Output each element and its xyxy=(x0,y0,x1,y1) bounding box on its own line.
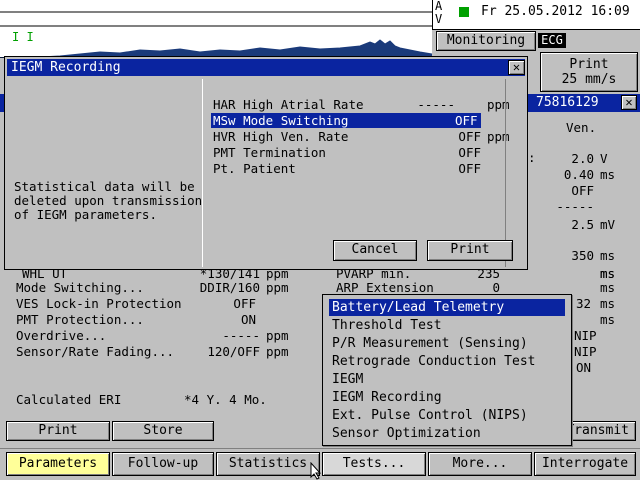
status-led-icon xyxy=(459,7,469,17)
ven-value-4: 2.5 xyxy=(571,217,594,232)
param-unit-1: ppm xyxy=(266,280,289,295)
ecg-strip: I I xyxy=(0,0,433,59)
marker-v: V xyxy=(435,12,443,26)
ven-header: Ven. xyxy=(566,120,597,135)
dialog-scroll-area xyxy=(505,79,523,267)
dialog-list-item[interactable]: HVR High Ven. Rate OFF ppm xyxy=(211,129,510,144)
dialog-print-button[interactable]: Print xyxy=(427,240,513,261)
param-value-5[interactable]: 120/OFF xyxy=(170,344,260,359)
dialog-message-panel: Statistical data will be deleted upon tr… xyxy=(7,79,203,267)
message-line-2: deleted upon transmission xyxy=(14,193,203,208)
nip-value-2: NIP xyxy=(574,344,597,359)
dialog-close-icon[interactable]: ✕ xyxy=(508,60,525,75)
nip-value-1: NIP xyxy=(574,328,597,343)
store-button[interactable]: Store xyxy=(112,421,214,441)
dialog-list-item[interactable]: HAR High Atrial Rate ----- ppm xyxy=(211,97,510,112)
close-icon[interactable]: ✕ xyxy=(621,95,637,110)
iegm-recording-dialog: IEGM Recording ✕ Statistical data will b… xyxy=(4,56,528,270)
tab-more[interactable]: More... xyxy=(428,452,532,476)
ecg-marker: I I xyxy=(12,30,34,44)
on-value: ON xyxy=(576,360,592,375)
ven-unit-5: ms xyxy=(600,248,616,263)
mid-unit-1: ms xyxy=(600,280,616,295)
print-speed-value: 25 mm/s xyxy=(561,72,617,87)
unit-ms-32: ms xyxy=(600,296,616,311)
ven-value-3: ----- xyxy=(556,199,594,214)
eri-value: *4 Y. 4 Mo. xyxy=(184,392,267,407)
print-button[interactable]: Print xyxy=(6,421,110,441)
menu-item-threshold-test[interactable]: Threshold Test xyxy=(329,317,565,334)
ecg-badge[interactable]: ECG xyxy=(538,33,566,48)
menu-item-ext-pulse-control[interactable]: Ext. Pulse Control (NIPS) xyxy=(329,407,565,424)
mouse-cursor-icon xyxy=(310,462,322,480)
mid-unit-0: ms xyxy=(600,266,616,281)
tab-follow-up[interactable]: Follow-up xyxy=(112,452,214,476)
ven-value-1: 0.40 xyxy=(563,167,594,182)
patient-header-bar: 75816129 ✕ xyxy=(528,94,640,112)
interrogate-button[interactable]: Interrogate xyxy=(534,452,636,476)
menu-item-retrograde-conduction[interactable]: Retrograde Conduction Test xyxy=(329,353,565,370)
ven-unit-4: mV xyxy=(600,217,616,232)
mid-label-1: ARP Extension xyxy=(336,280,434,295)
param-value-3[interactable]: ON xyxy=(170,312,256,327)
eri-label: Calculated ERI xyxy=(16,392,122,407)
ven-value-5: 350 xyxy=(571,248,594,263)
param-label-1[interactable]: Mode Switching... xyxy=(16,280,144,295)
menu-item-iegm[interactable]: IEGM xyxy=(329,371,565,388)
print-speed-label: Print xyxy=(569,57,609,72)
dialog-list-item-selected[interactable]: MSw Mode Switching OFF xyxy=(211,113,481,128)
dialog-list-item[interactable]: PMT Termination OFF xyxy=(211,145,481,160)
ven-value-0: 2.0 xyxy=(571,151,594,166)
param-value-1[interactable]: DDIR/160 xyxy=(170,280,260,295)
tab-tests[interactable]: Tests... xyxy=(322,452,426,476)
param-label-2: VES Lock-in Protection xyxy=(16,296,182,311)
mid-value-1[interactable]: 0 xyxy=(440,280,500,295)
menu-item-sensor-optimization[interactable]: Sensor Optimization xyxy=(329,425,565,442)
cancel-button[interactable]: Cancel xyxy=(333,240,417,261)
message-line-3: of IEGM parameters. xyxy=(14,207,157,222)
param-label-5[interactable]: Sensor/Rate Fading... xyxy=(16,344,174,359)
param-unit-5: ppm xyxy=(266,344,289,359)
menu-item-pr-measurement[interactable]: P/R Measurement (Sensing) xyxy=(329,335,565,352)
ecg-waveform xyxy=(0,11,433,59)
menu-item-battery-lead-telemetry[interactable]: Battery/Lead Telemetry xyxy=(329,299,565,316)
param-value-2[interactable]: OFF xyxy=(170,296,256,311)
tab-statistics[interactable]: Statistics xyxy=(216,452,320,476)
tests-menu: Battery/Lead Telemetry Threshold Test P/… xyxy=(322,294,572,446)
print-speed-button[interactable]: Print 25 mm/s xyxy=(540,52,638,92)
ven-unit-0: V xyxy=(600,151,608,166)
message-line-1: Statistical data will be xyxy=(14,179,195,194)
dialog-title: IEGM Recording xyxy=(7,59,525,76)
datetime: Fr 25.05.2012 16:09 xyxy=(481,4,630,19)
dialog-list-item[interactable]: Pt. Patient OFF xyxy=(211,161,481,176)
tab-parameters[interactable]: Parameters xyxy=(6,452,110,476)
status-bar: A V Fr 25.05.2012 16:09 xyxy=(432,0,640,30)
param-label-4[interactable]: Overdrive... xyxy=(16,328,106,343)
param-value-4[interactable]: ----- xyxy=(170,328,260,343)
menu-item-iegm-recording[interactable]: IEGM Recording xyxy=(329,389,565,406)
value-32: 32 xyxy=(576,296,592,311)
monitoring-button[interactable]: Monitoring xyxy=(436,31,536,51)
ven-value-2: OFF xyxy=(571,183,594,198)
serial-number: 75816129 xyxy=(536,95,599,110)
param-label-3[interactable]: PMT Protection... xyxy=(16,312,144,327)
ven-unit-1: ms xyxy=(600,167,616,182)
param-unit-4: ppm xyxy=(266,328,289,343)
